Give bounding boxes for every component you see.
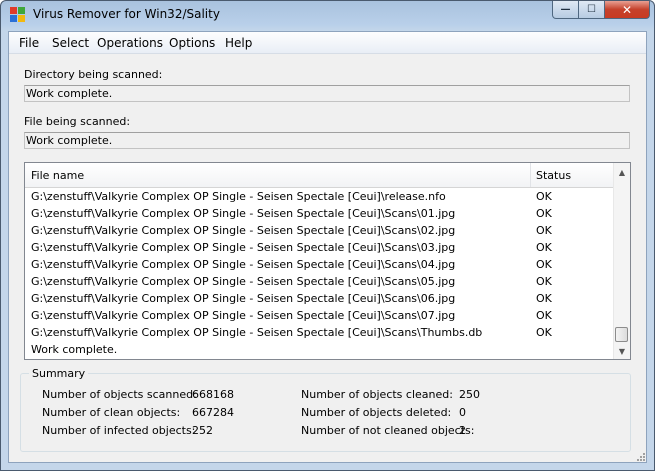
menu-file[interactable]: File <box>19 36 39 50</box>
list-row[interactable]: G:\zenstuff\Valkyrie Complex OP Single -… <box>25 307 614 324</box>
row-status: OK <box>536 224 552 237</box>
directory-label: Directory being scanned: <box>24 68 163 81</box>
resize-grip-icon[interactable] <box>635 451 645 461</box>
infected-label: Number of infected objects: <box>42 424 196 437</box>
row-status: OK <box>536 258 552 271</box>
list-row[interactable]: G:\zenstuff\Valkyrie Complex OP Single -… <box>25 239 614 256</box>
row-status: OK <box>536 190 552 203</box>
clean-label: Number of clean objects: <box>42 406 181 419</box>
window-title: Virus Remover for Win32/Sality <box>33 7 220 21</box>
menu-options[interactable]: Options <box>169 36 215 50</box>
minimize-button[interactable]: — <box>552 1 579 19</box>
cleaned-value: 250 <box>459 388 480 401</box>
scanned-value: 668168 <box>192 388 234 401</box>
list-row[interactable]: G:\zenstuff\Valkyrie Complex OP Single -… <box>25 222 614 239</box>
directory-field: Work complete. <box>24 85 630 102</box>
list-row[interactable]: G:\zenstuff\Valkyrie Complex OP Single -… <box>25 188 614 205</box>
row-status: OK <box>536 292 552 305</box>
row-file-name: G:\zenstuff\Valkyrie Complex OP Single -… <box>31 190 446 203</box>
menu-bar: File Select Operations Options Help <box>9 32 646 54</box>
row-file-name: G:\zenstuff\Valkyrie Complex OP Single -… <box>31 326 483 339</box>
row-file-name: G:\zenstuff\Valkyrie Complex OP Single -… <box>31 292 456 305</box>
maximize-button[interactable]: ☐ <box>579 1 605 19</box>
client-area: File Select Operations Options Help Dire… <box>8 31 647 463</box>
row-status: OK <box>536 241 552 254</box>
app-window: Virus Remover for Win32/Sality — ☐ ✕ Fil… <box>0 0 655 471</box>
scanned-label: Number of objects scanned: <box>42 388 197 401</box>
row-file-name: G:\zenstuff\Valkyrie Complex OP Single -… <box>31 241 456 254</box>
menu-select[interactable]: Select <box>52 36 89 50</box>
row-file-name: Work complete. <box>31 343 118 356</box>
list-row[interactable]: G:\zenstuff\Valkyrie Complex OP Single -… <box>25 273 614 290</box>
column-file-name[interactable]: File name <box>31 169 84 182</box>
row-status: OK <box>536 275 552 288</box>
row-status: OK <box>536 309 552 322</box>
list-row[interactable]: G:\zenstuff\Valkyrie Complex OP Single -… <box>25 290 614 307</box>
not-cleaned-label: Number of not cleaned objects: <box>301 424 475 437</box>
row-file-name: G:\zenstuff\Valkyrie Complex OP Single -… <box>31 309 456 322</box>
list-vertical-scrollbar[interactable]: ▲ ▼ <box>613 163 630 359</box>
row-file-name: G:\zenstuff\Valkyrie Complex OP Single -… <box>31 224 456 237</box>
row-file-name: G:\zenstuff\Valkyrie Complex OP Single -… <box>31 258 456 271</box>
scan-results-list[interactable]: File name Status G:\zenstuff\Valkyrie Co… <box>24 162 631 360</box>
list-row[interactable]: G:\zenstuff\Valkyrie Complex OP Single -… <box>25 256 614 273</box>
menu-operations[interactable]: Operations <box>97 36 163 50</box>
column-divider[interactable] <box>530 163 531 187</box>
infected-value: 252 <box>192 424 213 437</box>
scroll-up-icon[interactable]: ▲ <box>614 164 630 180</box>
caption-buttons: — ☐ ✕ <box>552 1 650 21</box>
not-cleaned-value: 2 <box>459 424 466 437</box>
file-label: File being scanned: <box>24 115 131 128</box>
file-field: Work complete. <box>24 132 630 149</box>
scrollbar-thumb[interactable] <box>615 327 628 342</box>
list-row[interactable]: Work complete. <box>25 341 614 358</box>
scroll-down-icon[interactable]: ▼ <box>614 343 630 359</box>
summary-title: Summary <box>29 367 89 380</box>
row-status: OK <box>536 207 552 220</box>
title-bar[interactable]: Virus Remover for Win32/Sality — ☐ ✕ <box>1 1 654 29</box>
clean-value: 667284 <box>192 406 234 419</box>
column-status[interactable]: Status <box>536 169 571 182</box>
app-icon[interactable] <box>10 7 26 23</box>
row-file-name: G:\zenstuff\Valkyrie Complex OP Single -… <box>31 275 456 288</box>
deleted-value: 0 <box>459 406 466 419</box>
menu-help[interactable]: Help <box>225 36 252 50</box>
list-row[interactable]: G:\zenstuff\Valkyrie Complex OP Single -… <box>25 205 614 222</box>
row-status: OK <box>536 326 552 339</box>
close-button[interactable]: ✕ <box>605 1 650 19</box>
cleaned-label: Number of objects cleaned: <box>301 388 453 401</box>
list-header: File name Status <box>25 163 614 188</box>
row-file-name: G:\zenstuff\Valkyrie Complex OP Single -… <box>31 207 456 220</box>
list-rows: G:\zenstuff\Valkyrie Complex OP Single -… <box>25 188 614 358</box>
summary-group: Summary Number of objects scanned: 66816… <box>20 367 631 452</box>
list-row[interactable]: G:\zenstuff\Valkyrie Complex OP Single -… <box>25 324 614 341</box>
deleted-label: Number of objects deleted: <box>301 406 452 419</box>
